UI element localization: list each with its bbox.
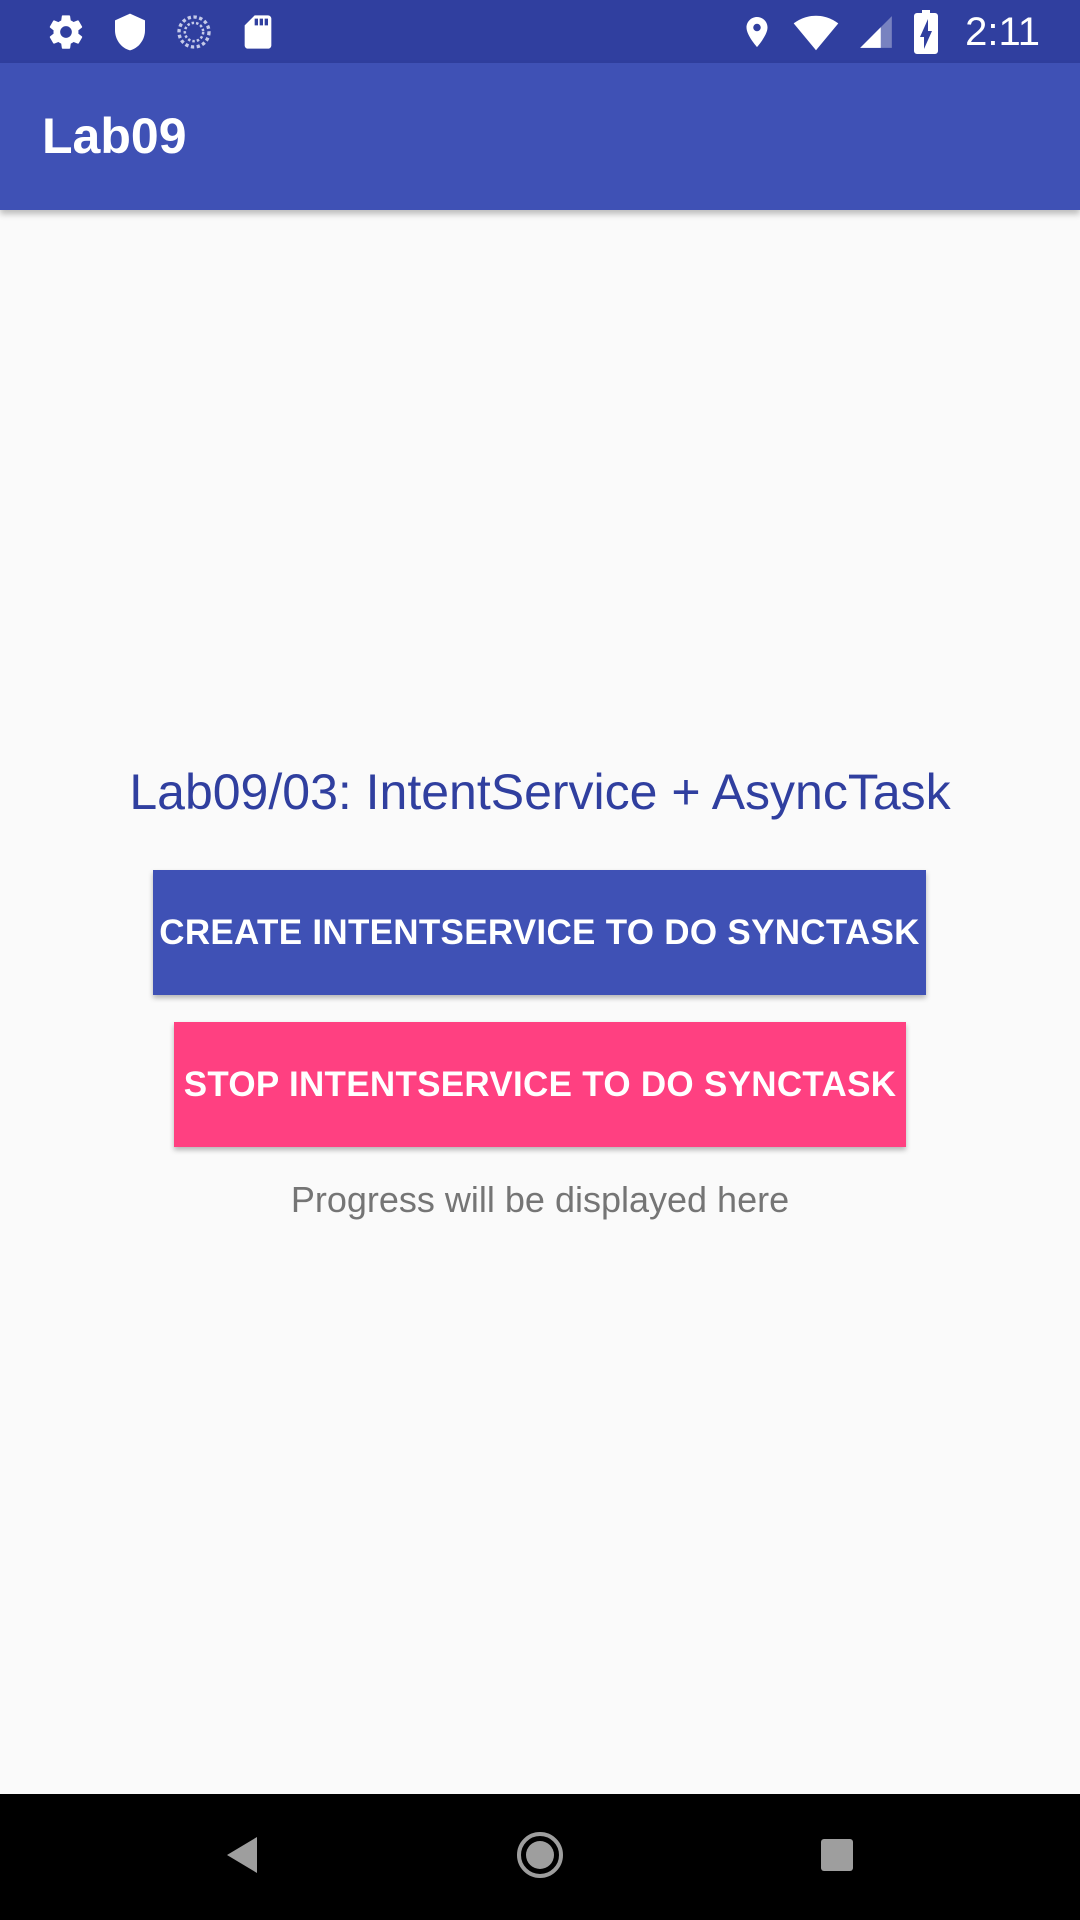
- recents-button[interactable]: [757, 1794, 917, 1920]
- status-left-icons: [46, 10, 278, 54]
- gear-icon: [46, 12, 86, 52]
- home-icon: [515, 1830, 565, 1885]
- app-bar: Lab09: [0, 63, 1080, 210]
- create-intentservice-button[interactable]: CREATE INTENTSERVICE TO DO SYNCTASK: [153, 870, 926, 995]
- back-icon: [224, 1835, 260, 1880]
- recents-icon: [819, 1837, 855, 1878]
- back-button[interactable]: [162, 1794, 322, 1920]
- stop-intentservice-button[interactable]: STOP INTENTSERVICE TO DO SYNCTASK: [174, 1022, 906, 1147]
- cell-signal-icon: [857, 12, 895, 52]
- status-time: 2:11: [965, 10, 1040, 54]
- progress-text: Progress will be displayed here: [290, 1179, 790, 1220]
- home-button[interactable]: [460, 1794, 620, 1920]
- sd-card-icon: [238, 12, 278, 52]
- app-title: Lab09: [42, 108, 187, 164]
- sync-icon: [174, 12, 214, 52]
- status-right-icons: 2:11: [739, 10, 1040, 54]
- location-icon: [739, 12, 775, 52]
- status-bar: 2:11: [0, 0, 1080, 63]
- navigation-bar: [0, 1794, 1080, 1920]
- page-heading: Lab09/03: IntentService + AsyncTask: [129, 764, 951, 820]
- shield-icon: [110, 12, 150, 52]
- wifi-icon: [793, 12, 839, 52]
- battery-charging-icon: [913, 10, 939, 54]
- main-content: Lab09/03: IntentService + AsyncTask CREA…: [0, 210, 1080, 1794]
